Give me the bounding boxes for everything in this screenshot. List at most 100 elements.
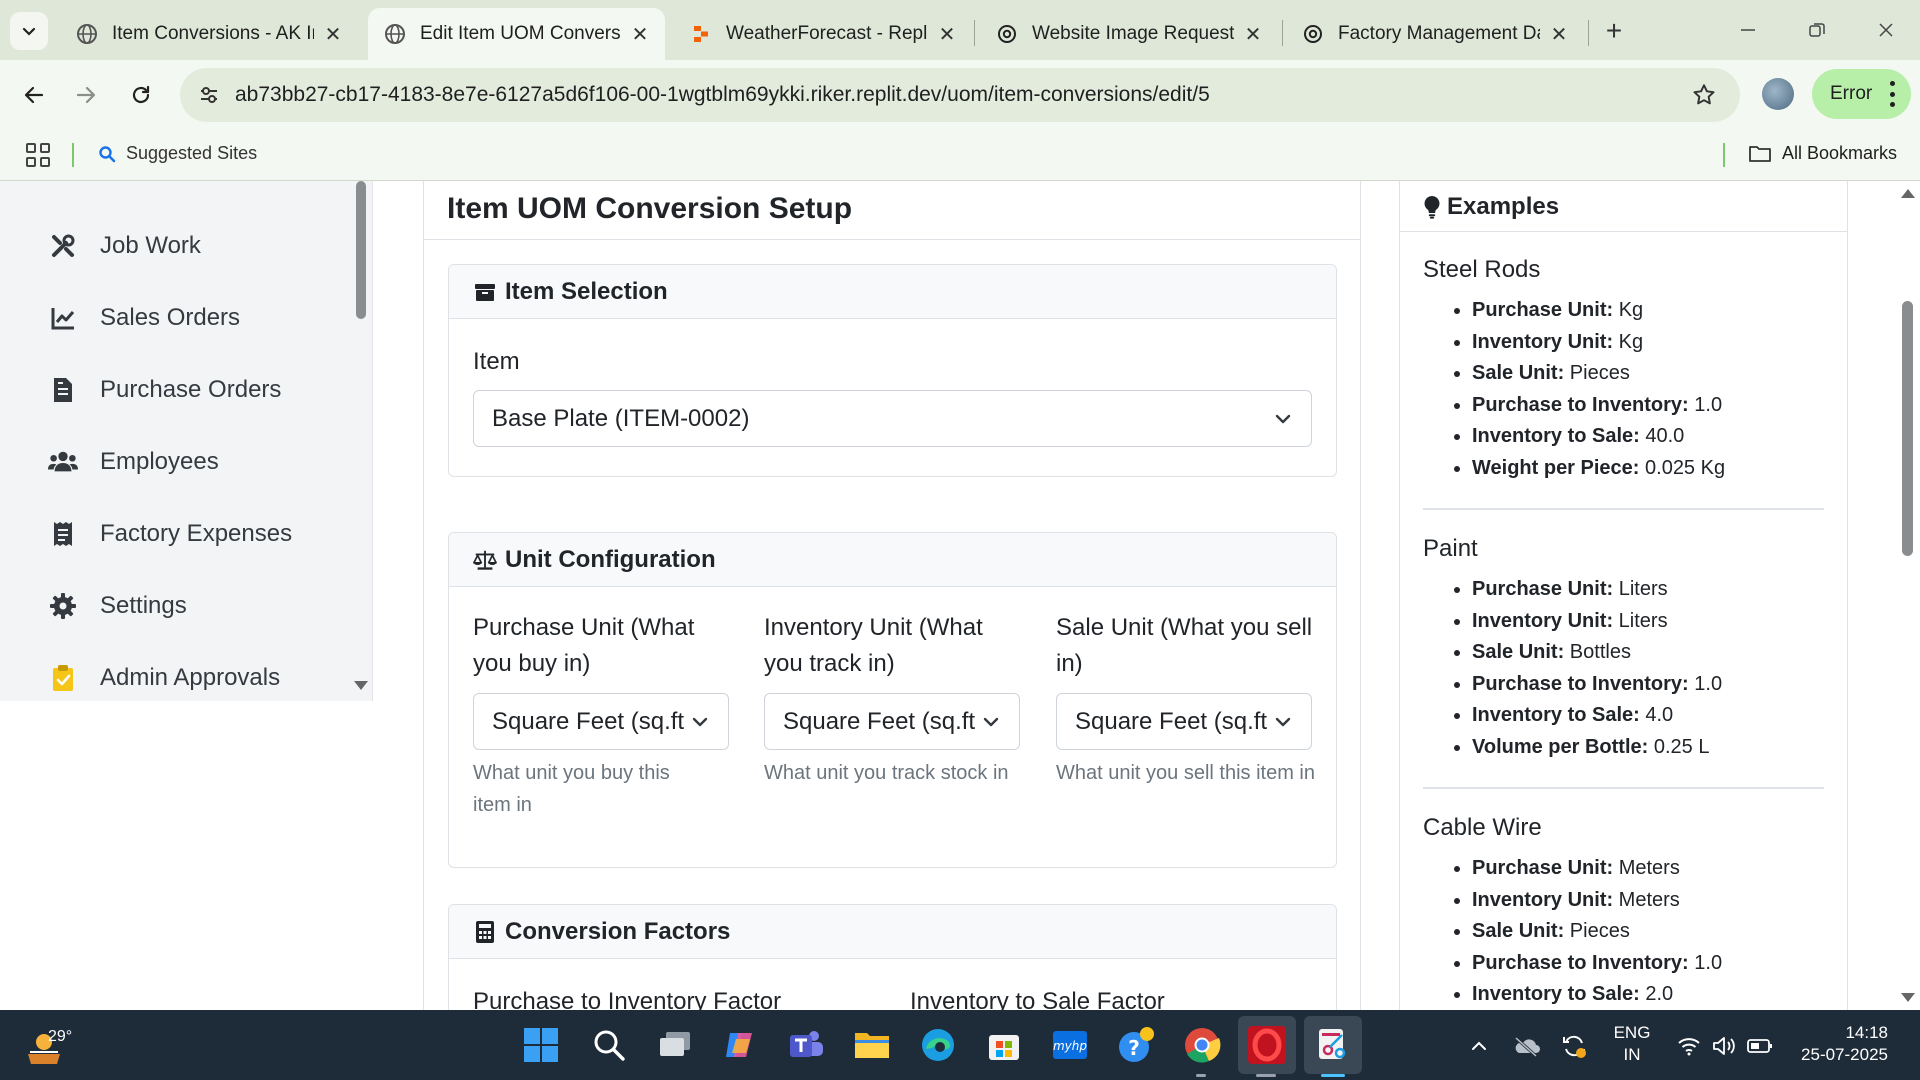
minimize-button[interactable] <box>1728 12 1768 48</box>
close-icon[interactable]: ✕ <box>322 23 344 46</box>
apps-grid-icon[interactable] <box>26 143 50 167</box>
close-icon[interactable]: ✕ <box>936 23 958 46</box>
sidebar-item-sales-orders[interactable]: Sales Orders <box>48 298 240 338</box>
weather-temp: 29° <box>48 1028 73 1045</box>
onedrive-icon[interactable] <box>1512 1032 1540 1060</box>
bookmark-separator <box>72 143 74 167</box>
sidebar-item-admin-approvals[interactable]: Admin Approvals <box>48 658 280 698</box>
battery-icon[interactable] <box>1746 1032 1774 1060</box>
inventory-unit-select[interactable]: Square Feet (sq.ft <box>764 693 1020 750</box>
tools-icon <box>48 231 78 261</box>
inventory-unit-value: Square Feet (sq.ft <box>783 707 976 735</box>
sidebar-item-job-work[interactable]: Job Work <box>48 226 201 266</box>
close-icon[interactable]: ✕ <box>1242 23 1264 46</box>
sidebar-item-label: Settings <box>100 592 187 619</box>
list-item: Inventory Unit: Kg <box>1472 327 1725 359</box>
wifi-icon[interactable] <box>1675 1032 1703 1060</box>
microsoft-store-button[interactable] <box>982 1023 1026 1067</box>
sync-icon[interactable] <box>1560 1032 1588 1060</box>
file-invoice-icon <box>48 375 78 405</box>
item-label: Item <box>473 348 520 375</box>
close-window-button[interactable] <box>1866 12 1906 48</box>
example-heading-steel-rods: Steel Rods <box>1423 256 1541 283</box>
sidebar-item-label: Purchase Orders <box>100 376 282 403</box>
plus-icon: + <box>1605 15 1623 46</box>
close-icon[interactable]: ✕ <box>629 23 651 46</box>
tab-weather-forecast[interactable]: WeatherForecast - Replit ✕ <box>674 8 972 60</box>
item-select[interactable]: Base Plate (ITEM-0002) <box>473 390 1312 447</box>
bookmark-suggested-sites[interactable]: Suggested Sites <box>98 143 257 164</box>
bookmark-star-icon[interactable] <box>1690 81 1718 109</box>
tab-website-image-request[interactable]: Website Image Request ✕ <box>980 8 1278 60</box>
chatgpt-icon <box>996 23 1018 45</box>
purchase-unit-select[interactable]: Square Feet (sq.ft <box>473 693 729 750</box>
profile-avatar[interactable] <box>1762 78 1794 110</box>
new-tab-button[interactable]: + <box>1597 14 1631 48</box>
folder-icon <box>1749 145 1771 162</box>
site-settings-icon[interactable] <box>196 82 222 108</box>
list-item: Purchase to Inventory: 1.0 <box>1472 948 1722 980</box>
divider <box>1400 231 1847 232</box>
volume-icon[interactable] <box>1710 1032 1738 1060</box>
file-explorer-button[interactable] <box>850 1023 894 1067</box>
list-item: Inventory to Sale: 4.0 <box>1472 700 1722 732</box>
teams-button[interactable] <box>784 1023 828 1067</box>
globe-icon <box>384 23 406 45</box>
sidebar-item-employees[interactable]: Employees <box>48 442 219 482</box>
example-list-paint: Purchase Unit: Liters Inventory Unit: Li… <box>1450 574 1722 763</box>
browser-tab-strip: Item Conversions - AK Innovations ✕ Edit… <box>0 0 1920 60</box>
scroll-down-arrow-icon[interactable] <box>354 681 368 690</box>
help-icon: ? <box>1119 1027 1154 1062</box>
restore-button[interactable] <box>1797 12 1837 48</box>
restore-icon <box>1809 23 1825 37</box>
tab-factory-management-dashboard[interactable]: Factory Management Dashboard ✕ <box>1286 8 1584 60</box>
scroll-up-arrow-icon[interactable] <box>1901 189 1915 198</box>
all-bookmarks-button[interactable]: All Bookmarks <box>1748 143 1897 164</box>
forward-button[interactable] <box>66 75 106 115</box>
sidebar-item-purchase-orders[interactable]: Purchase Orders <box>48 370 281 410</box>
page-title: Item UOM Conversion Setup <box>447 192 853 225</box>
page-scrollbar-thumb[interactable] <box>1902 301 1913 556</box>
get-help-button[interactable]: ? <box>1114 1023 1158 1067</box>
system-clock[interactable]: 14:18 25-07-2025 <box>1796 1022 1888 1066</box>
copilot-button[interactable] <box>718 1023 762 1067</box>
examples-title: Examples <box>1423 181 1559 233</box>
sidebar-item-label: Job Work <box>100 232 201 259</box>
sidebar-item-factory-expenses[interactable]: Factory Expenses <box>48 514 292 554</box>
tab-search-button[interactable] <box>10 12 48 50</box>
close-icon[interactable]: ✕ <box>1548 23 1570 46</box>
item-select-value: Base Plate (ITEM-0002) <box>492 404 750 432</box>
show-hidden-icons-button[interactable] <box>1465 1032 1493 1060</box>
reload-button[interactable] <box>121 75 161 115</box>
myhp-button[interactable]: myhp <box>1048 1023 1092 1067</box>
language-indicator[interactable]: ENG IN <box>1612 1022 1652 1066</box>
chevron-down-icon <box>1273 712 1293 732</box>
start-button[interactable] <box>519 1023 563 1067</box>
edge-button[interactable] <box>916 1023 960 1067</box>
chrome-button[interactable] <box>1180 1023 1224 1067</box>
sidebar-scrollbar-thumb[interactable] <box>356 181 366 319</box>
snipping-tool-button[interactable] <box>1304 1016 1362 1074</box>
divider <box>1423 508 1824 510</box>
folder-icon <box>855 1033 889 1058</box>
url-text[interactable]: ab73bb27-cb17-4183-8e7e-6127a5d6f106-00-… <box>235 83 1210 107</box>
list-item: Weight per Piece: 0.025 Kg <box>1472 453 1725 485</box>
sale-unit-select[interactable]: Square Feet (sq.ft <box>1056 693 1312 750</box>
search-icon <box>594 1030 625 1061</box>
opera-button[interactable] <box>1238 1016 1296 1074</box>
address-bar[interactable]: ab73bb27-cb17-4183-8e7e-6127a5d6f106-00-… <box>180 68 1740 122</box>
taskbar-search-button[interactable] <box>587 1023 631 1067</box>
list-item: Sale Unit: Pieces <box>1472 916 1722 948</box>
weather-widget[interactable]: 29° <box>24 1020 74 1070</box>
scroll-down-arrow-icon[interactable] <box>1901 993 1915 1002</box>
chevron-down-icon <box>690 712 710 732</box>
task-view-button[interactable] <box>653 1023 697 1067</box>
error-button[interactable]: Error <box>1812 69 1911 119</box>
back-button[interactable] <box>14 75 54 115</box>
tab-edit-item-uom-conversion[interactable]: Edit Item UOM Conversion ✕ <box>368 8 665 60</box>
sidebar-item-settings[interactable]: Settings <box>48 586 187 626</box>
tab-item-conversions[interactable]: Item Conversions - AK Innovations ✕ <box>60 8 358 60</box>
list-item: Purchase to Inventory: 1.0 <box>1472 669 1722 701</box>
sidebar-item-label: Admin Approvals <box>100 664 281 691</box>
chrome-icon <box>1185 1028 1221 1063</box>
